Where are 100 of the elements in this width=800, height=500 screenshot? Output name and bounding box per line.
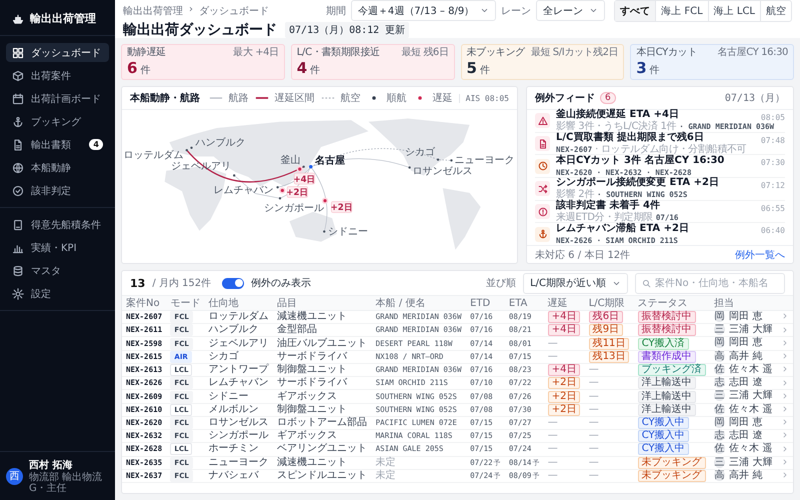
- kpi-title: 本日CYカット: [636, 47, 698, 59]
- port-label: ロサンゼルス: [412, 166, 473, 177]
- nav-item[interactable]: 該非判定: [6, 181, 109, 200]
- table-cell: —: [544, 456, 585, 470]
- calendar-icon: [12, 92, 24, 104]
- port-marker: [309, 165, 313, 168]
- assignee-name: 岡田 恵: [729, 311, 762, 322]
- nav-item[interactable]: マスタ: [6, 261, 109, 280]
- table-cell: —: [544, 350, 585, 364]
- nav-item[interactable]: 本船動静: [6, 158, 109, 177]
- delay-badge: +2日: [330, 201, 353, 214]
- table-cell: ベアリングユニット: [273, 442, 372, 456]
- mode-tab[interactable]: 航空: [761, 0, 791, 20]
- kpi-note: 最短 S/Iカット残2日: [530, 47, 618, 59]
- nav-item[interactable]: 実績・KPI: [6, 238, 109, 257]
- column-header: 本船 / 便名: [372, 296, 466, 310]
- legend-label: 遅延: [432, 92, 453, 105]
- column-header: 案件No: [122, 296, 166, 310]
- table-cell: 金型部品: [273, 324, 372, 337]
- table-cell: —: [584, 442, 634, 456]
- assignee-avatar: 佐: [714, 404, 726, 415]
- table-cell: —: [584, 363, 634, 377]
- table-cell: ギアボックス: [273, 430, 372, 443]
- user-avatar: 西: [6, 468, 23, 484]
- feed-summary: 未対応 6 / 本日 12件: [535, 248, 630, 262]
- filter-select[interactable]: 全レーン: [536, 0, 606, 21]
- column-header: モード: [166, 296, 205, 310]
- breadcrumb-link[interactable]: 輸出出荷管理: [123, 4, 183, 18]
- ship-icon: [12, 12, 24, 24]
- feed-note: 影響 3件・うちL/C決済 1件: [556, 121, 676, 132]
- kpi-unit: 件: [140, 64, 150, 77]
- nav-item[interactable]: 出荷計画ボード: [6, 89, 109, 108]
- delay-tag: +4日: [548, 311, 580, 324]
- panel-title: 例外フィード: [535, 92, 595, 105]
- feed-title[interactable]: L/C買取書類 提出期限まで残6日: [556, 132, 755, 144]
- assignee-avatar: 高: [714, 470, 726, 481]
- deadline-tag: 残9日: [588, 324, 624, 336]
- nav-item[interactable]: ダッシュボード: [6, 43, 109, 62]
- feed-title[interactable]: レムチャバン滞船 ETA +2日: [556, 222, 755, 235]
- document-icon: [535, 136, 550, 151]
- table-cell: —: [544, 430, 585, 443]
- table-cell: シカゴ: [204, 350, 274, 364]
- nav-item[interactable]: 輸出書類 4: [6, 135, 109, 154]
- feed-time: 08:05: [760, 113, 785, 122]
- nav-item[interactable]: ブッキング: [6, 112, 109, 131]
- breadcrumb-link[interactable]: ダッシュボード: [199, 4, 269, 18]
- user-role: 物流部 輸出物流G・主任: [29, 472, 104, 494]
- port-marker: [186, 148, 188, 152]
- delay-badge: +4日: [293, 172, 316, 185]
- table-cell: 制御盤ユニット: [273, 403, 372, 416]
- assignee-name: 三浦 大輝: [729, 324, 772, 336]
- assignee-name: 岡田 恵: [729, 338, 762, 349]
- status-tag: 振替検討中: [638, 324, 696, 336]
- sort-label: 並び順: [486, 277, 516, 290]
- table-cell: ハンブルク: [204, 324, 274, 337]
- kpi-unit: 件: [310, 64, 320, 77]
- anchor-icon: [12, 116, 24, 128]
- feed-title[interactable]: 該非判定書 未着手 4件: [556, 200, 755, 212]
- delay-marker: [322, 198, 328, 204]
- nav-item[interactable]: 得意先船積条件: [6, 215, 109, 234]
- exceptions-link[interactable]: 例外一覧へ: [735, 248, 785, 262]
- table-cell: ロサンゼルス: [204, 416, 274, 430]
- status-tag: CY搬入中: [638, 416, 689, 429]
- assignee-name: 志田 遼: [729, 377, 762, 388]
- kpi-title: L/C・書類期限接近: [296, 47, 380, 59]
- port-marker: [190, 146, 193, 149]
- status-tag: CY搬入済: [638, 338, 689, 350]
- table-cell: 未定: [372, 456, 466, 470]
- mode-tab[interactable]: すべて: [615, 0, 656, 20]
- table-cell: ニューヨーク: [204, 456, 274, 470]
- assignee-name: 佐々木 遥: [729, 404, 772, 415]
- deadline-tag: 残13日: [588, 350, 630, 363]
- legend-label: 航空: [340, 92, 361, 105]
- assignee-avatar: 佐: [714, 443, 726, 454]
- mode-tab[interactable]: 海上 LCL: [708, 0, 761, 20]
- port-label: ニューヨーク: [454, 154, 515, 166]
- feed-title[interactable]: シンガポール接続便変更 ETA +2日: [556, 177, 755, 190]
- updated-time: 07/13（月）08:12 更新: [285, 22, 410, 38]
- status-tag: 振替検討中: [638, 311, 696, 324]
- feed-note: · ロッテルダム向け・分割船積不可: [595, 144, 746, 156]
- legend-label: 遅延区間: [274, 92, 315, 105]
- toggle-switch[interactable]: [222, 278, 244, 288]
- assignee-name: 岡田 恵: [729, 417, 762, 428]
- sort-select[interactable]: L/C期限が近い順: [523, 272, 628, 294]
- feed-title[interactable]: 本日CYカット 3件 名古屋CY 16:30: [556, 154, 755, 167]
- feed-time: 06:55: [760, 204, 785, 213]
- status-tag: 未ブッキング: [638, 456, 706, 469]
- assignee-avatar: 三: [714, 324, 726, 336]
- mode-tab[interactable]: 海上 FCL: [656, 0, 709, 20]
- count-badge: 4: [89, 139, 103, 150]
- table-cell: サーボドライバ: [273, 376, 372, 390]
- assignee-avatar: 岡: [714, 311, 726, 322]
- nav-item[interactable]: 設定: [6, 284, 109, 303]
- feed-title[interactable]: 釜山接続便遅延 ETA +4日: [556, 109, 755, 122]
- table-cell: サーボドライバ: [273, 350, 372, 364]
- table-cell: —: [584, 390, 634, 404]
- port-marker: [450, 159, 453, 162]
- table-cell: アントワープ: [204, 363, 274, 377]
- nav-item[interactable]: 出荷案件: [6, 66, 109, 85]
- filter-select[interactable]: 今週＋4週（7/13 – 8/9）: [350, 0, 496, 21]
